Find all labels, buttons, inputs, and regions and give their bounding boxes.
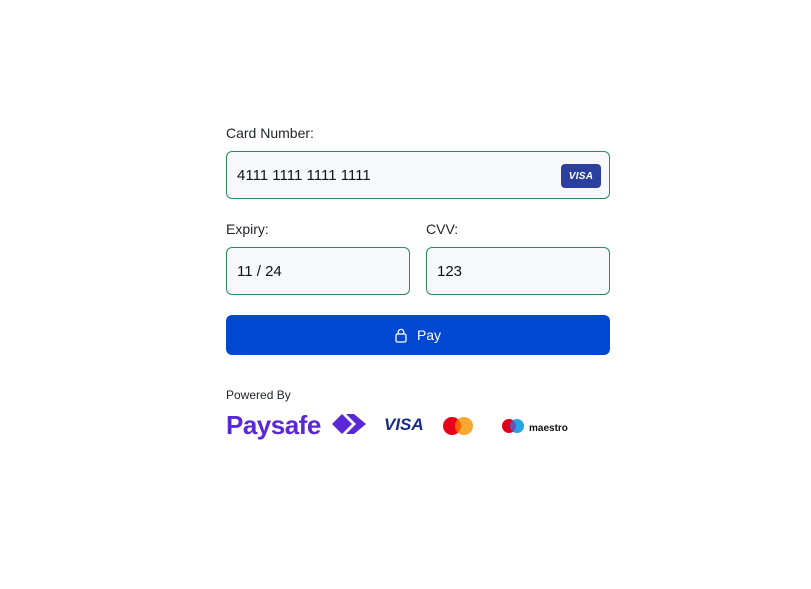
- card-number-input[interactable]: [227, 152, 609, 198]
- expiry-field-wrapper: [226, 247, 410, 295]
- maestro-logo: maestro: [501, 418, 568, 439]
- visa-logo: VISA: [384, 415, 424, 434]
- visa-card-badge: VISA: [561, 164, 601, 188]
- powered-by-label: Powered By: [226, 388, 291, 402]
- paysafe-logo-text: Paysafe: [226, 410, 321, 440]
- expiry-label: Expiry:: [226, 221, 269, 237]
- cvv-input[interactable]: [427, 248, 609, 294]
- maestro-circles-icon: [501, 418, 525, 439]
- pay-button[interactable]: Pay: [226, 315, 610, 355]
- card-number-field-wrapper: VISA: [226, 151, 610, 199]
- pay-button-label: Pay: [416, 327, 442, 343]
- card-number-label: Card Number:: [226, 125, 314, 141]
- mastercard-icon: [442, 416, 474, 441]
- cvv-field-wrapper: [426, 247, 610, 295]
- paysafe-mark-icon: [332, 412, 366, 441]
- payment-logos: Paysafe VISA maestro: [226, 408, 610, 444]
- expiry-input[interactable]: [227, 248, 409, 294]
- maestro-label: maestro: [529, 423, 568, 434]
- lock-icon: [395, 328, 407, 343]
- cvv-label: CVV:: [426, 221, 459, 237]
